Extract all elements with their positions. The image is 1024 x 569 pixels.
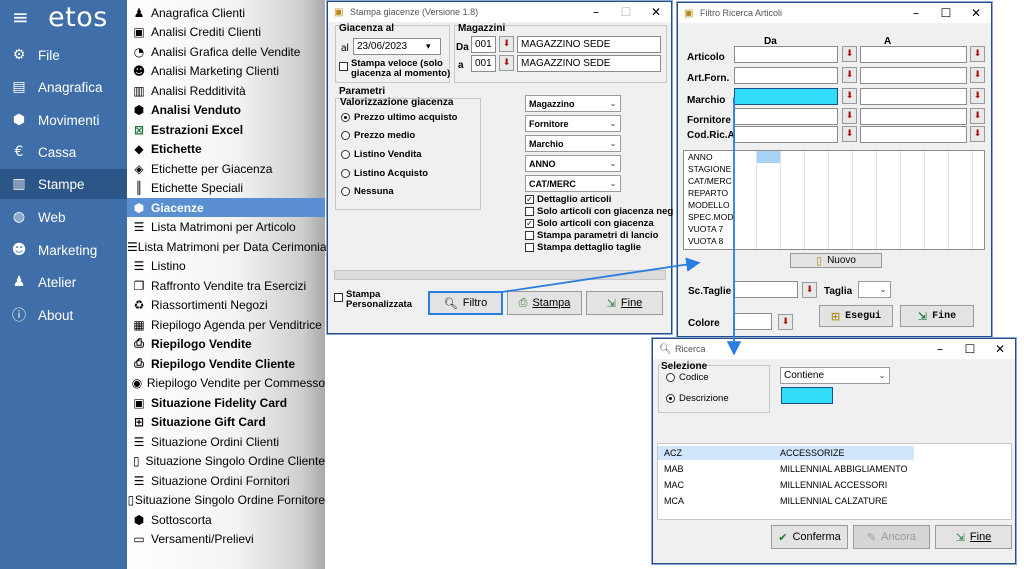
arrow-filtro-to-window bbox=[501, 257, 701, 293]
annotation-arrows bbox=[501, 97, 742, 356]
